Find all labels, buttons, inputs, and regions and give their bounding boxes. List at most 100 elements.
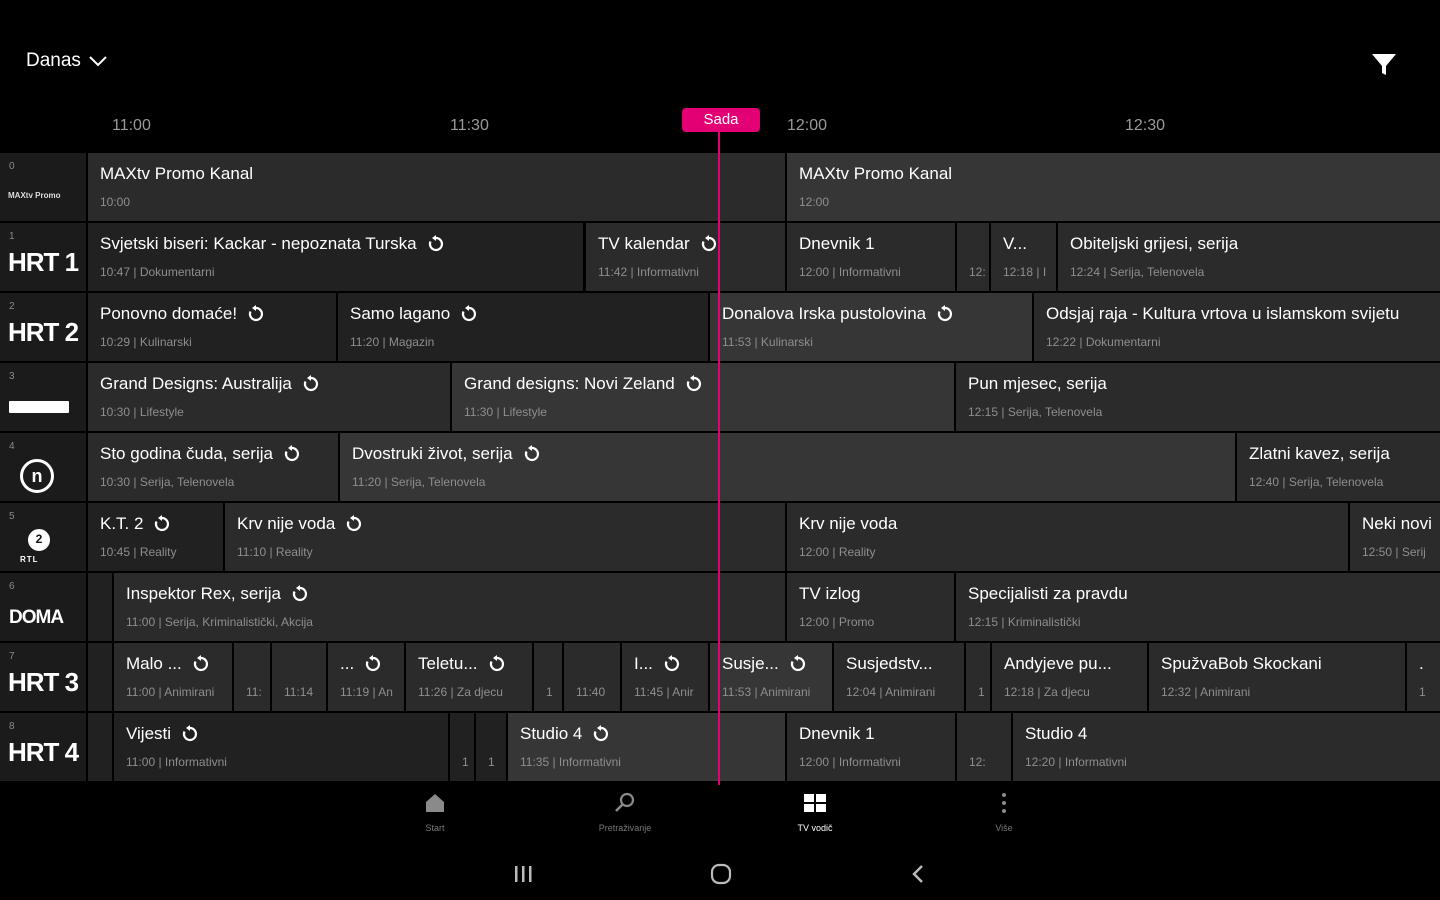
program-cell[interactable]: Odsjaj raja - Kultura vrtova u islamskom… bbox=[1034, 293, 1440, 361]
replay-icon bbox=[790, 655, 805, 672]
day-selector[interactable]: Danas bbox=[26, 50, 109, 72]
program-cell[interactable]: TV kalendar 11:42 | Informativni bbox=[586, 223, 785, 291]
program-meta: 12:50 | Serij bbox=[1362, 545, 1426, 559]
channel-cell[interactable]: 8 HRT 4 bbox=[0, 713, 86, 781]
home-circle-icon[interactable] bbox=[708, 863, 734, 885]
program-title: TV izlog bbox=[799, 584, 861, 603]
channel-cell[interactable]: 1 HRT 1 bbox=[0, 223, 86, 291]
program-cell[interactable]: Dvostruki život, serija 11:20 | Serija, … bbox=[340, 433, 1235, 501]
program-cell[interactable]: Specijalisti za pravdu 12:15 | Kriminali… bbox=[956, 573, 1440, 641]
program-cell[interactable]: Malo ... 11:00 | Animirani bbox=[114, 643, 232, 711]
system-navigation-bar bbox=[0, 845, 1440, 900]
program-cell[interactable]: Ponovno domaće! 10:29 | Kulinarski bbox=[88, 293, 336, 361]
program-cell[interactable]: V... 12:18 | I bbox=[991, 223, 1056, 291]
program-meta: 11:35 | Informativni bbox=[520, 755, 621, 769]
program-cell[interactable]: ... 11:19 | An bbox=[328, 643, 404, 711]
program-cell[interactable]: 12: bbox=[957, 223, 989, 291]
program-meta: 11:40 bbox=[576, 685, 606, 699]
nav-more[interactable]: Više bbox=[954, 791, 1054, 833]
channel-row: 1 HRT 1 Svjetski biseri: Kackar - nepozn… bbox=[0, 223, 1440, 293]
program-cell[interactable]: MAXtv Promo Kanal 12:00 bbox=[787, 153, 1440, 221]
channel-row: 0 MAXtv Promo MAXtv Promo Kanal 10:00 MA… bbox=[0, 153, 1440, 223]
time-tick: 12:30 bbox=[1125, 117, 1166, 134]
program-cell[interactable]: K.T. 2 10:45 | Reality bbox=[88, 503, 223, 571]
program-cell[interactable]: 1 bbox=[966, 643, 990, 711]
program-cell[interactable]: 12: bbox=[957, 713, 1011, 781]
program-meta: 11:14 bbox=[284, 685, 314, 699]
program-cell[interactable] bbox=[88, 643, 112, 711]
program-cell[interactable]: 11: bbox=[234, 643, 270, 711]
program-cell[interactable]: 1 bbox=[450, 713, 474, 781]
program-cell[interactable]: Grand Designs: Australija 10:30 | Lifest… bbox=[88, 363, 450, 431]
program-cell[interactable]: 1 bbox=[534, 643, 562, 711]
nav-start[interactable]: Start bbox=[385, 791, 485, 833]
chevron-down-icon bbox=[89, 56, 107, 67]
program-cell[interactable]: SpužvaBob Skockani 12:32 | Animirani bbox=[1149, 643, 1405, 711]
program-cell[interactable]: Susjedstv... 12:04 | Animirani bbox=[834, 643, 964, 711]
program-meta: 10:30 | Lifestyle bbox=[100, 405, 184, 419]
channel-cell[interactable]: 0 MAXtv Promo bbox=[0, 153, 86, 221]
program-cell[interactable]: 11:40 bbox=[564, 643, 620, 711]
program-cell[interactable]: Teletu... 11:26 | Za djecu bbox=[406, 643, 532, 711]
back-icon[interactable] bbox=[906, 863, 932, 885]
channel-cell[interactable]: 3 bbox=[0, 363, 86, 431]
recent-apps-icon[interactable] bbox=[510, 863, 536, 885]
channel-number: 7 bbox=[9, 651, 15, 662]
program-cell[interactable]: Samo lagano 11:20 | Magazin bbox=[338, 293, 708, 361]
day-label: Danas bbox=[26, 50, 81, 71]
channel-cell[interactable]: 2 HRT 2 bbox=[0, 293, 86, 361]
program-cell[interactable]: Andyjeve pu... 12:18 | Za djecu bbox=[992, 643, 1147, 711]
program-cell[interactable]: Studio 4 11:35 | Informativni bbox=[508, 713, 785, 781]
program-cell[interactable]: Dnevnik 1 12:00 | Informativni bbox=[787, 223, 955, 291]
program-cell[interactable] bbox=[88, 713, 112, 781]
program-cell[interactable]: I... 11:45 | Anir bbox=[622, 643, 708, 711]
program-cell[interactable]: . 1 bbox=[1407, 643, 1440, 711]
program-cell[interactable]: Grand designs: Novi Zeland 11:30 | Lifes… bbox=[452, 363, 954, 431]
program-meta: 12:18 | I bbox=[1003, 265, 1047, 279]
program-cell[interactable]: 1 bbox=[476, 713, 506, 781]
program-cell[interactable]: Vijesti 11:00 | Informativni bbox=[114, 713, 448, 781]
filter-icon[interactable] bbox=[1368, 48, 1400, 80]
channel-logo: HRT 4 bbox=[8, 737, 79, 767]
program-cell[interactable]: Dnevnik 1 12:00 | Informativni bbox=[787, 713, 955, 781]
program-meta: 1 bbox=[1419, 685, 1426, 699]
channel-cell[interactable]: 5 2 RTL bbox=[0, 503, 86, 571]
channel-cell[interactable]: 6 DOMA bbox=[0, 573, 86, 641]
nav-label: Više bbox=[995, 823, 1013, 833]
program-cell[interactable]: Studio 4 12:20 | Informativni bbox=[1013, 713, 1440, 781]
nav-search[interactable]: Pretraživanje bbox=[575, 791, 675, 833]
program-meta: 12:00 | Reality bbox=[799, 545, 876, 559]
channel-cell[interactable]: 4 n bbox=[0, 433, 86, 501]
program-cell[interactable] bbox=[88, 573, 112, 641]
bottom-navigation: Start Pretraživanje TV vodič Više bbox=[0, 785, 1440, 845]
program-cell[interactable]: Inspektor Rex, serija 11:00 | Serija, Kr… bbox=[114, 573, 785, 641]
program-cell[interactable]: Sto godina čuda, serija 10:30 | Serija, … bbox=[88, 433, 338, 501]
epg-grid[interactable]: 0 MAXtv Promo MAXtv Promo Kanal 10:00 MA… bbox=[0, 153, 1440, 785]
program-cell[interactable]: Neki novi 12:50 | Serij bbox=[1350, 503, 1440, 571]
channel-number: 2 bbox=[9, 301, 15, 312]
program-cell[interactable]: MAXtv Promo Kanal 10:00 bbox=[88, 153, 785, 221]
replay-icon bbox=[303, 375, 318, 392]
program-title: Grand Designs: Australija bbox=[100, 374, 292, 393]
nav-tv-guide[interactable]: TV vodič bbox=[765, 791, 865, 833]
program-cell[interactable]: Krv nije voda 11:10 | Reality bbox=[225, 503, 785, 571]
program-cell[interactable]: Svjetski biseri: Kackar - nepoznata Turs… bbox=[88, 223, 583, 291]
replay-icon bbox=[686, 375, 701, 392]
program-cell[interactable]: Zlatni kavez, serija 12:40 | Serija, Tel… bbox=[1237, 433, 1440, 501]
channel-row: 3 Grand Designs: Australija 10:30 | Life… bbox=[0, 363, 1440, 433]
program-cell[interactable]: Susje... 11:53 | Animirani bbox=[710, 643, 832, 711]
now-badge[interactable]: Sada bbox=[682, 108, 760, 132]
program-title: Grand designs: Novi Zeland bbox=[464, 374, 675, 393]
program-title: Studio 4 bbox=[520, 724, 583, 743]
program-cell[interactable]: Krv nije voda 12:00 | Reality bbox=[787, 503, 1348, 571]
search-icon bbox=[615, 792, 635, 812]
program-cell[interactable]: Obiteljski grijesi, serija 12:24 | Serij… bbox=[1058, 223, 1440, 291]
program-cell[interactable]: 11:14 bbox=[272, 643, 326, 711]
program-cell[interactable]: Donalova Irska pustolovina 11:53 | Kulin… bbox=[710, 293, 1032, 361]
program-cell[interactable]: TV izlog 12:00 | Promo bbox=[787, 573, 954, 641]
replay-icon bbox=[462, 305, 477, 322]
channel-cell[interactable]: 7 HRT 3 bbox=[0, 643, 86, 711]
program-meta: 11:00 | Serija, Kriminalistički, Akcija bbox=[126, 615, 313, 629]
program-cell[interactable]: Pun mjesec, serija 12:15 | Serija, Telen… bbox=[956, 363, 1440, 431]
program-meta: 12:15 | Kriminalistički bbox=[968, 615, 1081, 629]
